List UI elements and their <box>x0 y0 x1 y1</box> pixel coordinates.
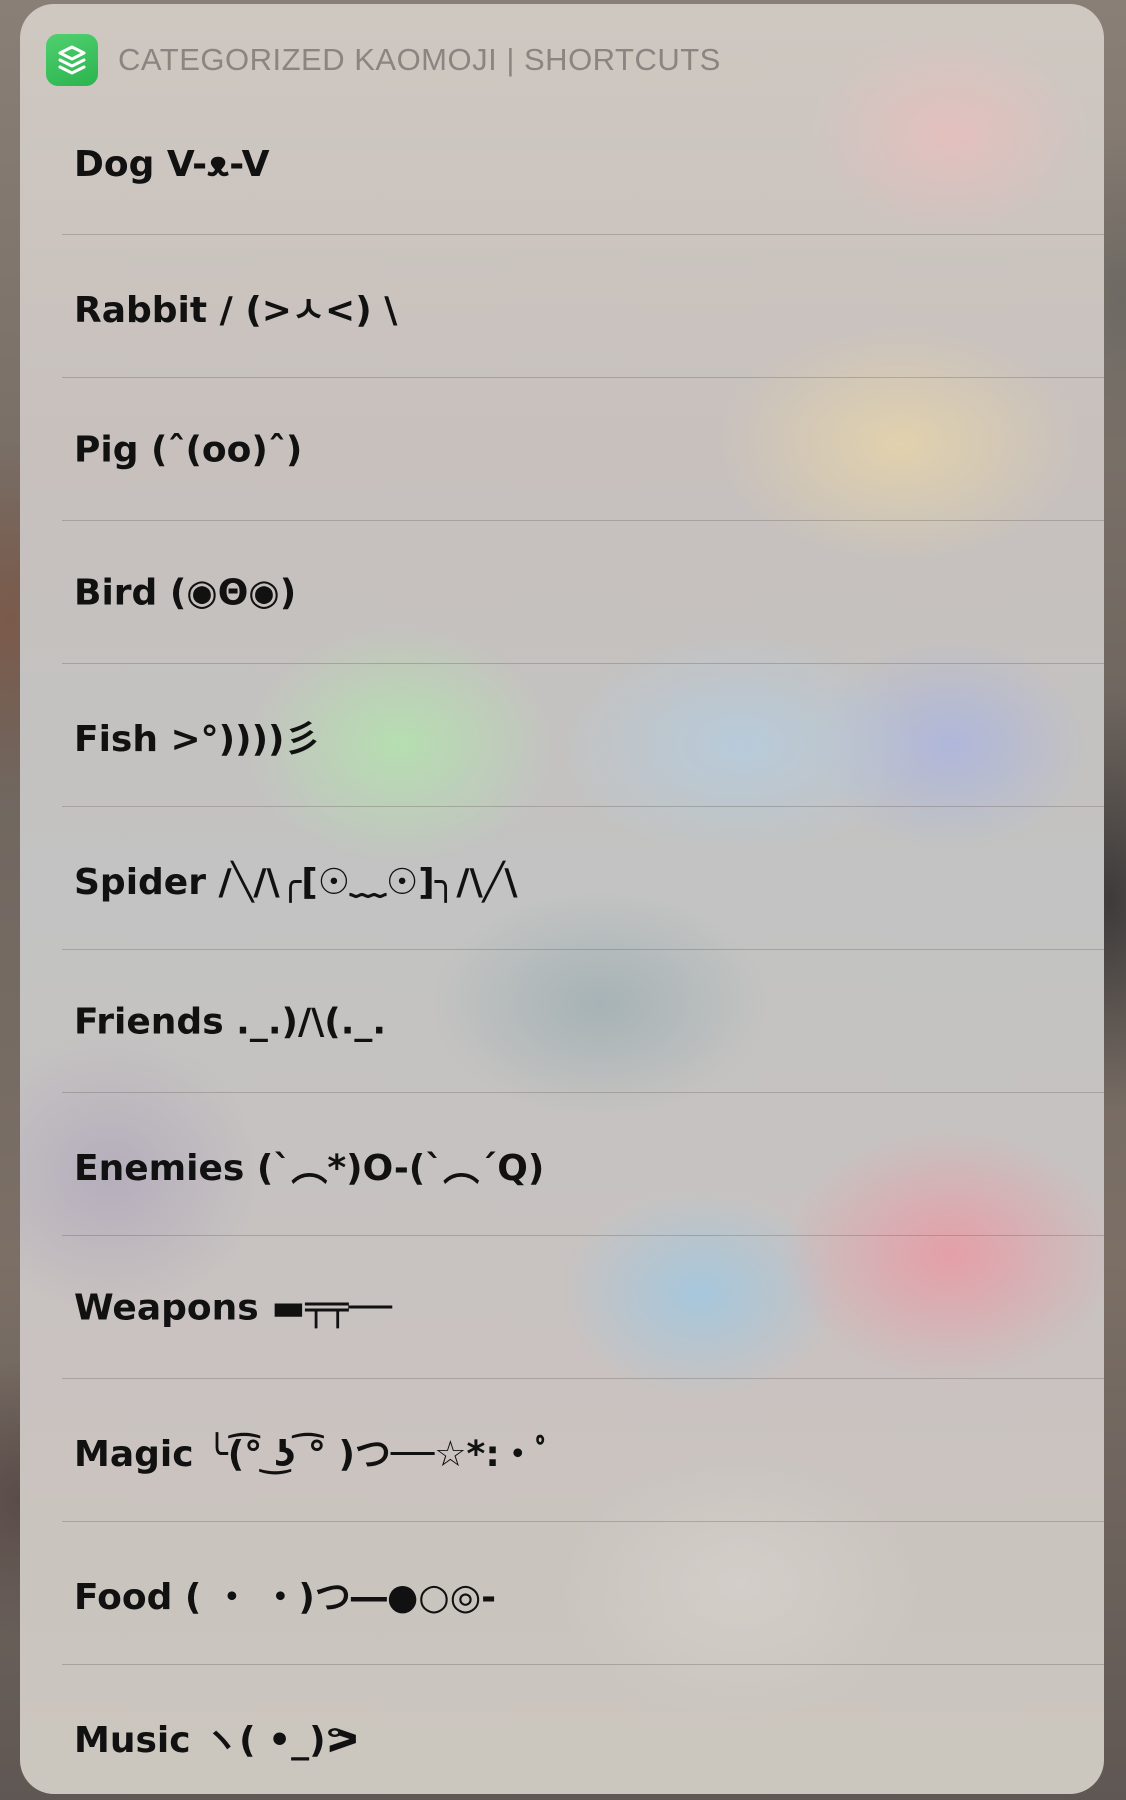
list-item-dog[interactable]: Dog V-ᴥ-V <box>20 92 1104 235</box>
list-item-label: Music ヽ( •_)ᕗ <box>74 1719 359 1761</box>
list-item-label: Dog V-ᴥ-V <box>74 143 270 185</box>
kaomoji-category-list: Dog V-ᴥ-V Rabbit / (>ㅅ<) \ Pig (ˆ(oo)ˆ) … <box>20 92 1104 1794</box>
list-item-friends[interactable]: Friends ._.)/\(._. <box>20 950 1104 1093</box>
shortcuts-icon <box>46 34 98 86</box>
list-item-food[interactable]: Food ( ・ ・)つ―●○◎- <box>20 1522 1104 1665</box>
list-item-fish[interactable]: Fish >°))))彡 <box>20 664 1104 807</box>
list-item-label: Bird (◉Θ◉) <box>74 572 297 613</box>
list-item-enemies[interactable]: Enemies (`︵*)O-(`︵´Q) <box>20 1093 1104 1236</box>
list-item-magic[interactable]: Magic ╰(͡° ͜ʖ ͡° )つ──☆*:・ﾟ <box>20 1379 1104 1522</box>
menu-title: CATEGORIZED KAOMOJI | SHORTCUTS <box>118 42 721 77</box>
list-item-label: Spider /╲/\╭[☉﹏☉]╮/\╱\ <box>74 861 518 903</box>
list-item-label: Rabbit / (>ㅅ<) \ <box>74 289 398 331</box>
list-item-label: Enemies (`︵*)O-(`︵´Q) <box>74 1147 545 1189</box>
shortcut-menu-panel: CATEGORIZED KAOMOJI | SHORTCUTS Dog V-ᴥ-… <box>20 4 1104 1794</box>
list-item-label: Pig (ˆ(oo)ˆ) <box>74 429 303 470</box>
list-item-label: Friends ._.)/\(._. <box>74 1001 387 1042</box>
list-item-bird[interactable]: Bird (◉Θ◉) <box>20 521 1104 664</box>
list-item-weapons[interactable]: Weapons ▬╤╤── <box>20 1236 1104 1379</box>
list-item-spider[interactable]: Spider /╲/\╭[☉﹏☉]╮/\╱\ <box>20 807 1104 950</box>
list-item-pig[interactable]: Pig (ˆ(oo)ˆ) <box>20 378 1104 521</box>
list-item-label: Magic ╰(͡° ͜ʖ ͡° )つ──☆*:・ﾟ <box>74 1433 554 1475</box>
list-item-rabbit[interactable]: Rabbit / (>ㅅ<) \ <box>20 235 1104 378</box>
list-item-label: Weapons ▬╤╤── <box>74 1287 392 1328</box>
list-item-label: Food ( ・ ・)つ―●○◎- <box>74 1576 497 1618</box>
list-item-music[interactable]: Music ヽ( •_)ᕗ <box>20 1665 1104 1794</box>
list-item-label: Fish >°))))彡 <box>74 718 321 760</box>
